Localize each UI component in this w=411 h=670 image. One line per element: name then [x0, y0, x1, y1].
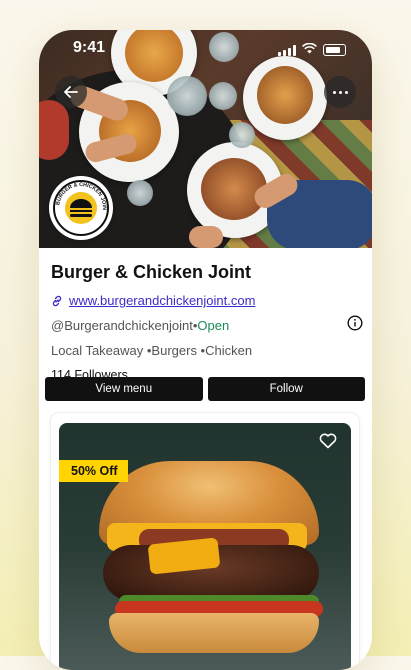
battery-icon [323, 44, 346, 56]
promo-image: 50% Off [59, 423, 351, 670]
restaurant-info: Burger & Chicken Joint www.burgerandchic… [51, 262, 363, 382]
restaurant-tags: Local Takeaway •Burgers •Chicken [51, 343, 253, 358]
website-link[interactable]: www.burgerandchickenjoint.com [69, 293, 255, 308]
restaurant-name: Burger & Chicken Joint [51, 262, 252, 282]
open-status: Open [197, 318, 230, 333]
discount-badge: 50% Off [59, 460, 128, 482]
more-dots-icon [332, 90, 336, 94]
signal-icon [278, 44, 296, 56]
status-time: 9:41 [73, 39, 106, 56]
more-options-button[interactable] [324, 76, 356, 108]
info-icon[interactable] [347, 315, 363, 334]
heart-icon[interactable] [319, 433, 337, 454]
phone-frame: 9:41 BURGER & CHICKEN JOINT [39, 30, 372, 670]
promo-card[interactable]: 50% Off [51, 413, 359, 670]
link-icon [52, 295, 62, 306]
view-menu-button[interactable]: View menu [45, 377, 203, 401]
back-arrow-icon [64, 86, 78, 98]
status-bar: 9:41 [39, 30, 372, 66]
follow-button[interactable]: Follow [207, 377, 365, 401]
restaurant-logo: BURGER & CHICKEN JOINT [49, 176, 113, 240]
wifi-icon [302, 41, 317, 59]
back-button[interactable] [55, 76, 87, 108]
restaurant-handle: @Burgerandchickenjoint [51, 318, 193, 333]
